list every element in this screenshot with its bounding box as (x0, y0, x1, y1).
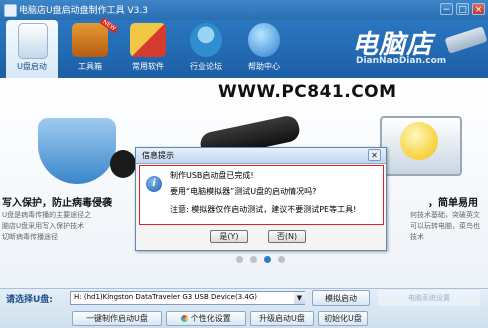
slide-dot[interactable] (236, 256, 243, 263)
yes-button[interactable]: 是(Y) (210, 230, 248, 243)
feature-right-desc: 何技术基础，突破英文 可以玩转电脑，菜鸟也 技术 (410, 210, 488, 243)
usb-drive-icon (18, 23, 48, 59)
dialog-close-button[interactable]: ✕ (368, 149, 381, 161)
dialog-title: 信息提示 (142, 151, 174, 160)
upgrade-usb-button[interactable]: 升级启动U盘 (250, 311, 314, 326)
info-icon: i (146, 176, 162, 192)
feature-left-desc: U盘是病毒传播的主要途径之 脑店U盘采用写入保护技术 切断病毒传播途径 (2, 210, 136, 243)
maximize-button[interactable]: □ (456, 3, 469, 15)
make-boot-usb-button[interactable]: 一键制作启动U盘 (72, 311, 162, 326)
toolbar-forum[interactable]: 行业论坛 (180, 20, 232, 78)
window-title: 电脑店U盘启动盘制作工具 V3.3 (19, 6, 148, 16)
close-button[interactable]: × (472, 3, 485, 15)
software-box-icon (130, 23, 166, 57)
bug-icon (110, 150, 136, 178)
no-button[interactable]: 否(N) (268, 230, 306, 243)
toolbar-label: 行业论坛 (190, 62, 222, 71)
desc-line: 脑店U盘采用写入保护技术 (2, 222, 85, 230)
dialog-line-3: 注意: 模拟器仅作启动测试，建议不要测试PE等工具! (170, 205, 357, 214)
smiley-icon (400, 122, 438, 160)
slide-dot[interactable] (278, 256, 285, 263)
usb-device-value: H: (hd1)Kingston DataTraveler G3 USB Dev… (74, 293, 257, 301)
toolbar-software[interactable]: 常用软件 (122, 20, 174, 78)
title-bar: 电脑店U盘启动盘制作工具 V3.3 − □ × (0, 0, 488, 20)
slide-dot-active[interactable] (264, 256, 271, 263)
watermark-text: WWW.PC841.COM (218, 82, 397, 102)
feature-right-heading: ，简单易用 (428, 198, 478, 209)
desc-line: 切断病毒传播途径 (2, 233, 58, 241)
toolbar-usb-boot[interactable]: U盘启动 (6, 20, 58, 78)
desc-line: U盘是病毒传播的主要途径之 (2, 211, 92, 219)
toolbar-toolbox[interactable]: NEW 工具箱 (64, 17, 119, 78)
forum-people-icon (190, 23, 222, 57)
desc-line: 技术 (410, 233, 424, 241)
brand-site: DianNaoDian.com (356, 56, 447, 66)
help-globe-icon (248, 23, 280, 57)
personalize-label: 个性化设置 (190, 314, 231, 323)
desc-line: 何技术基础，突破英文 (410, 211, 480, 219)
toolbox-icon (72, 23, 108, 57)
minimize-button[interactable]: − (440, 3, 453, 15)
feature-left-heading: 写入保护，防止病毒侵袭 (2, 198, 112, 209)
select-usb-label: 请选择U盘: (6, 295, 53, 305)
toolbar-help[interactable]: 帮助中心 (238, 20, 290, 78)
app-icon (4, 4, 17, 17)
simulate-boot-button[interactable]: 模拟启动 (312, 290, 370, 306)
desc-line: 可以玩转电脑，菜鸟也 (410, 222, 480, 230)
format-usb-button[interactable]: 初始化U盘 (318, 311, 368, 326)
system-settings-faint: 电脑系统设置 (378, 290, 480, 306)
slide-dot[interactable] (250, 256, 257, 263)
personalize-button[interactable]: 个性化设置 (166, 311, 246, 326)
toolbar-label: 工具箱 (78, 62, 102, 71)
toolbar-label: 帮助中心 (248, 62, 280, 71)
dialog-line-1: 制作USB启动盘已完成! (170, 171, 254, 180)
dialog-line-2: 要用“电脑模拟器”测试U盘的启动情况吗? (170, 187, 317, 196)
chevron-down-icon[interactable]: ▼ (294, 292, 305, 304)
toolbar-label: 常用软件 (132, 62, 164, 71)
info-dialog: 信息提示 ✕ i 制作USB启动盘已完成! 要用“电脑模拟器”测试U盘的启动情况… (135, 147, 387, 251)
palette-icon (181, 315, 189, 322)
toolbar-label: U盘启动 (17, 62, 47, 71)
